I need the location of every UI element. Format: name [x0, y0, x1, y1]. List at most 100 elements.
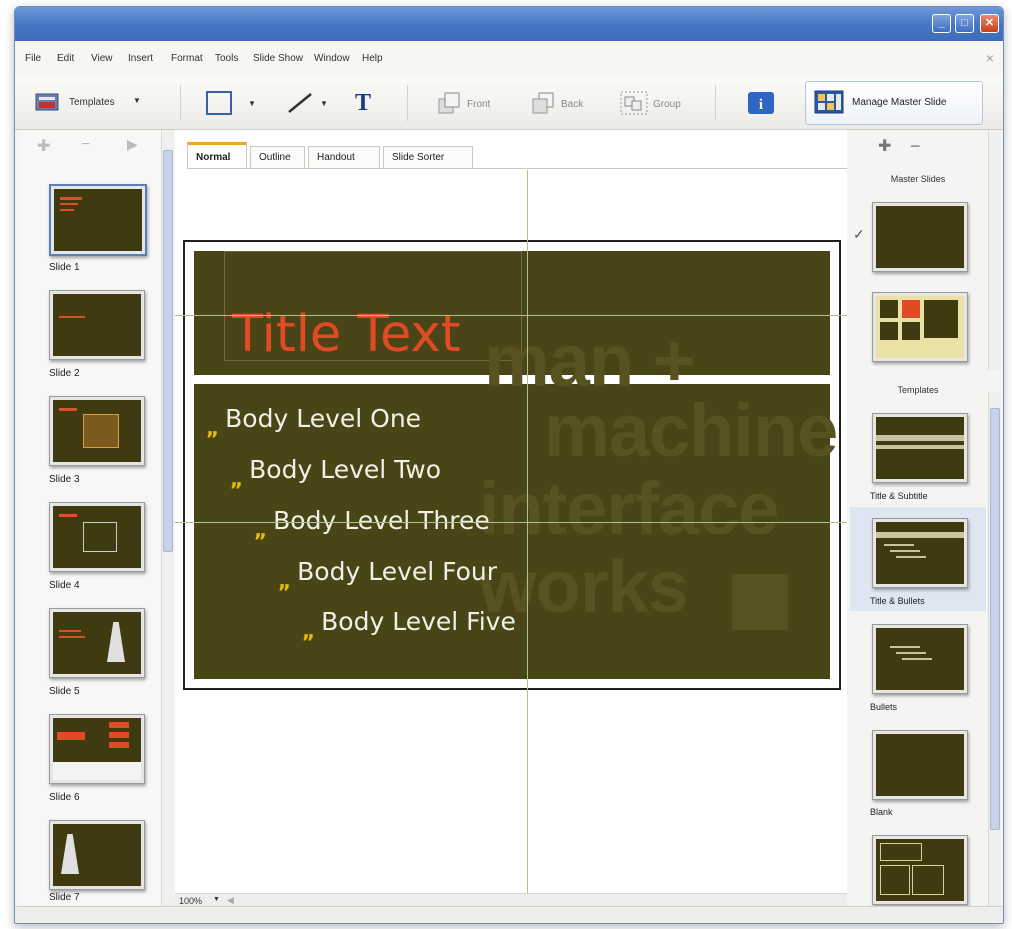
templates-button[interactable]: Templates: [69, 97, 115, 108]
templates-dropdown-icon[interactable]: ▼: [133, 96, 141, 105]
slide-thumbnail-6[interactable]: [49, 714, 145, 784]
body-placeholder[interactable]: man + machine interface works „ Body Leve…: [194, 324, 838, 679]
slide-label-2: Slide 2: [49, 368, 80, 379]
template-thumbnail-3[interactable]: [872, 624, 968, 694]
template-label-3: Bullets: [870, 702, 898, 712]
templates-icon[interactable]: [35, 91, 61, 113]
manage-master-slide-button[interactable]: Manage Master Slide: [805, 81, 983, 125]
template-label-2: Title & Bullets: [870, 596, 925, 606]
template-thumbnail-5[interactable]: [872, 835, 968, 905]
remove-slide-icon[interactable]: −: [81, 136, 90, 154]
tab-outline[interactable]: Outline: [250, 146, 305, 168]
slide-label-7: Slide 7: [49, 892, 80, 903]
toolbar-separator: [407, 85, 408, 121]
master-scrollbar[interactable]: [988, 130, 1001, 370]
rectangle-tool-icon[interactable]: [205, 90, 239, 121]
slide-label-4: Slide 4: [49, 580, 80, 591]
slide-thumbnail-1[interactable]: [49, 184, 147, 256]
bullet-level-5[interactable]: „ Body Level Five: [302, 607, 516, 643]
scrollbar-thumb[interactable]: [990, 408, 1000, 830]
group-button[interactable]: Group: [653, 99, 681, 110]
tab-handout[interactable]: Handout: [308, 146, 380, 168]
line-dropdown-icon[interactable]: ▼: [320, 99, 328, 108]
line-tool-icon[interactable]: [285, 90, 315, 121]
slide-thumbnail-4[interactable]: [49, 502, 145, 572]
master-panel: ✚ − Master Slides ✓ Templates Title & Su…: [850, 130, 1001, 910]
tab-slide-sorter[interactable]: Slide Sorter: [383, 146, 473, 168]
play-icon[interactable]: ▶: [127, 136, 138, 153]
maximize-button[interactable]: □: [955, 14, 974, 33]
document-close-icon[interactable]: ×: [986, 50, 994, 66]
bullet-level-4[interactable]: „ Body Level Four: [278, 557, 498, 593]
front-button[interactable]: Front: [467, 99, 490, 110]
bullet-level-3[interactable]: „ Body Level Three: [254, 506, 490, 542]
menu-help[interactable]: Help: [362, 53, 383, 64]
minimize-button[interactable]: _: [932, 14, 951, 33]
bullet-level-1[interactable]: „ Body Level One: [206, 404, 421, 440]
bullet-quote-icon: „: [278, 569, 292, 593]
menu-slide-show[interactable]: Slide Show: [253, 53, 303, 64]
template-thumbnail-1[interactable]: [872, 413, 968, 483]
add-slide-icon[interactable]: ✚: [37, 136, 50, 156]
template-label-1: Title & Subtitle: [870, 491, 928, 501]
slide-thumbnail-7[interactable]: [49, 820, 145, 890]
zoom-level[interactable]: 100%: [179, 896, 202, 906]
vertical-guide[interactable]: [527, 170, 528, 910]
bullet-text: Body Level Four: [297, 557, 498, 586]
slide-title[interactable]: Title Text: [232, 305, 461, 364]
send-to-back-icon[interactable]: [529, 89, 557, 122]
slide-thumbnail-3[interactable]: [49, 396, 145, 466]
bullet-text: Body Level Three: [273, 506, 490, 535]
menu-format[interactable]: Format: [171, 53, 203, 64]
shape-dropdown-icon[interactable]: ▼: [248, 99, 256, 108]
add-master-icon[interactable]: ✚: [878, 136, 891, 156]
scrollbar-thumb[interactable]: [163, 150, 173, 552]
master-thumbnail-1[interactable]: [872, 202, 968, 272]
remove-master-icon[interactable]: −: [910, 136, 921, 157]
svg-text:i: i: [759, 97, 763, 113]
info-icon[interactable]: i: [747, 91, 775, 120]
window-status-bar: [15, 906, 1003, 923]
watermark-line-3: interface: [479, 467, 779, 550]
bring-to-front-icon[interactable]: [435, 89, 463, 122]
tab-normal[interactable]: Normal: [187, 142, 247, 168]
zoom-dropdown-icon[interactable]: ▼: [213, 896, 220, 903]
templates-scrollbar[interactable]: [988, 392, 1001, 910]
slide-label-6: Slide 6: [49, 792, 80, 803]
scroll-left-icon[interactable]: ◀: [227, 895, 234, 906]
close-button[interactable]: ✕: [980, 14, 999, 33]
watermark-line-1: man +: [484, 319, 696, 402]
slide-navigator-scrollbar[interactable]: [161, 130, 174, 910]
slide-label-5: Slide 5: [49, 686, 80, 697]
slide-label-3: Slide 3: [49, 474, 80, 485]
bullet-quote-icon: „: [302, 619, 316, 643]
menu-edit[interactable]: Edit: [57, 53, 74, 64]
slide-label-1: Slide 1: [49, 262, 80, 273]
menu-insert[interactable]: Insert: [128, 53, 153, 64]
template-label-4: Blank: [870, 807, 893, 817]
horizontal-guide-1[interactable]: [175, 315, 847, 316]
text-tool-button[interactable]: T: [355, 90, 371, 117]
slide-thumbnail-2[interactable]: [49, 290, 145, 360]
slide-thumbnail-5[interactable]: [49, 608, 145, 678]
menu-tools[interactable]: Tools: [215, 53, 238, 64]
bullet-quote-icon: „: [206, 416, 220, 440]
slide-canvas: Normal Outline Handout Slide Sorter Titl…: [175, 130, 847, 910]
slide-editor[interactable]: Title Text man + machine interface works…: [183, 240, 841, 690]
group-icon[interactable]: [619, 89, 649, 122]
horizontal-guide-2[interactable]: [175, 522, 847, 523]
menu-window[interactable]: Window: [314, 53, 350, 64]
back-button[interactable]: Back: [561, 99, 583, 110]
template-thumbnail-4[interactable]: [872, 730, 968, 800]
master-thumbnail-2[interactable]: [872, 292, 968, 362]
watermark-square: [732, 574, 788, 630]
menu-view[interactable]: View: [91, 53, 113, 64]
close-icon: ✕: [984, 17, 995, 29]
bullet-level-2[interactable]: „ Body Level Two: [230, 455, 441, 491]
toolbar: Templates ▼ ▼ ▼ T Front Back Group i Man…: [15, 77, 1003, 130]
app-window: _ □ ✕ File Edit View Insert Format Tools…: [14, 6, 1004, 924]
watermark-line-2: machine: [544, 389, 838, 472]
menu-file[interactable]: File: [25, 53, 41, 64]
template-thumbnail-2[interactable]: [872, 518, 968, 588]
title-bar: _ □ ✕: [15, 7, 1003, 41]
